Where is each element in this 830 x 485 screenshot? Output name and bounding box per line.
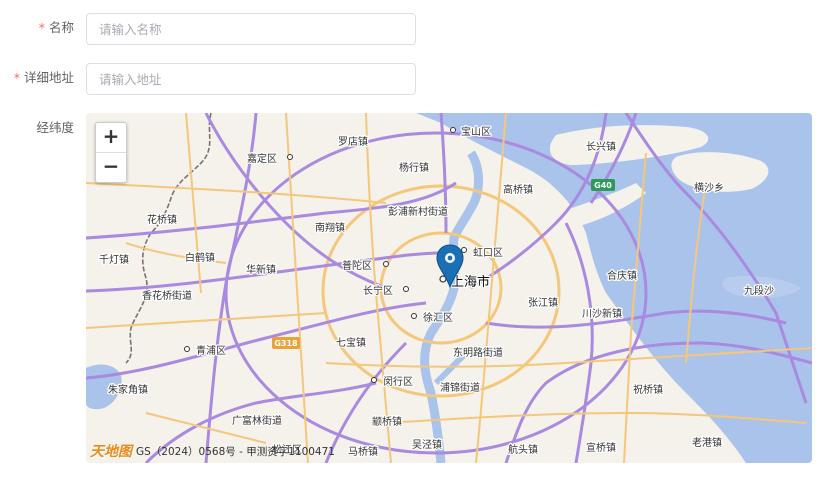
label-xiangqiao: 香花桥街道 bbox=[142, 289, 192, 302]
label-hongkou: 虹口区 bbox=[473, 247, 503, 259]
label-zhujiajiao: 朱家角镇 bbox=[108, 383, 148, 396]
name-label: * 名称 bbox=[39, 13, 74, 47]
label-dongming: 东明路街道 bbox=[453, 346, 503, 359]
label-gaoqiao: 高桥镇 bbox=[503, 183, 533, 196]
label-changxing: 长兴镇 bbox=[586, 140, 616, 153]
label-xuanqiao: 宣桥镇 bbox=[586, 441, 616, 454]
label-huaxin: 华新镇 bbox=[246, 263, 276, 276]
zoom-out-button[interactable]: − bbox=[96, 152, 126, 182]
required-mark: * bbox=[13, 70, 20, 85]
label-zhuanqiao: 颛桥镇 bbox=[372, 415, 402, 428]
label-pengpu: 彭浦新村街道 bbox=[388, 205, 448, 218]
label-hexing: 合庆镇 bbox=[607, 269, 637, 282]
label-xuhui: 徐汇区 bbox=[423, 311, 453, 324]
address-label: * 详细地址 bbox=[14, 63, 74, 97]
coords-label: 经纬度 bbox=[36, 120, 74, 135]
label-maqiao: 马桥镇 bbox=[348, 445, 378, 458]
g40-label: G40 bbox=[594, 181, 612, 190]
label-zhuqiao: 祝桥镇 bbox=[633, 383, 663, 396]
zoom-in-button[interactable]: + bbox=[96, 123, 126, 152]
label-qingpu: 青浦区 bbox=[196, 344, 226, 357]
label-baihe: 白鹤镇 bbox=[185, 251, 215, 264]
label-putuo: 普陀区 bbox=[342, 259, 372, 272]
label-nanxiang: 南翔镇 bbox=[315, 221, 345, 234]
label-guangfulin: 广富林街道 bbox=[232, 414, 282, 427]
label-chuansha: 川沙新镇 bbox=[582, 307, 622, 320]
label-changning: 长宁区 bbox=[363, 284, 393, 297]
map-view[interactable]: G40 G318 宝山区 罗店镇 嘉定区 杨行镇 长兴镇 高桥镇 横沙乡 花桥镇… bbox=[86, 113, 812, 463]
name-label-text: 名称 bbox=[48, 20, 74, 35]
zoom-control: + − bbox=[95, 122, 127, 183]
form-item-name: * 名称 bbox=[0, 13, 830, 47]
required-mark: * bbox=[38, 20, 45, 35]
label-wujing: 吴泾镇 bbox=[412, 438, 442, 451]
map-canvas: G40 G318 宝山区 罗店镇 嘉定区 杨行镇 长兴镇 高桥镇 横沙乡 花桥镇… bbox=[86, 113, 812, 463]
label-pujin: 浦锦街道 bbox=[440, 381, 480, 394]
g318-label: G318 bbox=[274, 339, 298, 348]
label-laogang: 老港镇 bbox=[692, 436, 722, 449]
label-huaqiao: 花桥镇 bbox=[147, 213, 177, 226]
label-yanghang: 杨行镇 bbox=[399, 161, 429, 174]
label-jiading: 嘉定区 bbox=[247, 152, 277, 165]
label-minhang: 闵行区 bbox=[383, 375, 413, 388]
label-luodian: 罗店镇 bbox=[338, 135, 368, 148]
label-zhangjiang: 张江镇 bbox=[528, 296, 558, 309]
tianditu-logo: 天地图 bbox=[90, 444, 132, 460]
name-input[interactable] bbox=[86, 13, 416, 45]
label-hengsha: 横沙乡 bbox=[694, 181, 724, 194]
label-hangtou: 航头镇 bbox=[508, 443, 538, 456]
label-baoshan: 宝山区 bbox=[461, 125, 491, 138]
label-qiandeng: 千灯镇 bbox=[99, 253, 129, 266]
label-jiuduansha: 九段沙 bbox=[744, 284, 774, 297]
address-label-text: 详细地址 bbox=[23, 70, 74, 85]
map-attribution: 天地图 GS（2024）0568号 - 甲测资字1100471 bbox=[90, 441, 335, 461]
label-shanghai: 上海市 bbox=[451, 274, 490, 290]
address-input[interactable] bbox=[86, 63, 416, 95]
attribution-text: GS（2024）0568号 - 甲测资字1100471 bbox=[136, 445, 335, 458]
label-qibao: 七宝镇 bbox=[336, 336, 366, 349]
form-item-address: * 详细地址 bbox=[0, 63, 830, 97]
